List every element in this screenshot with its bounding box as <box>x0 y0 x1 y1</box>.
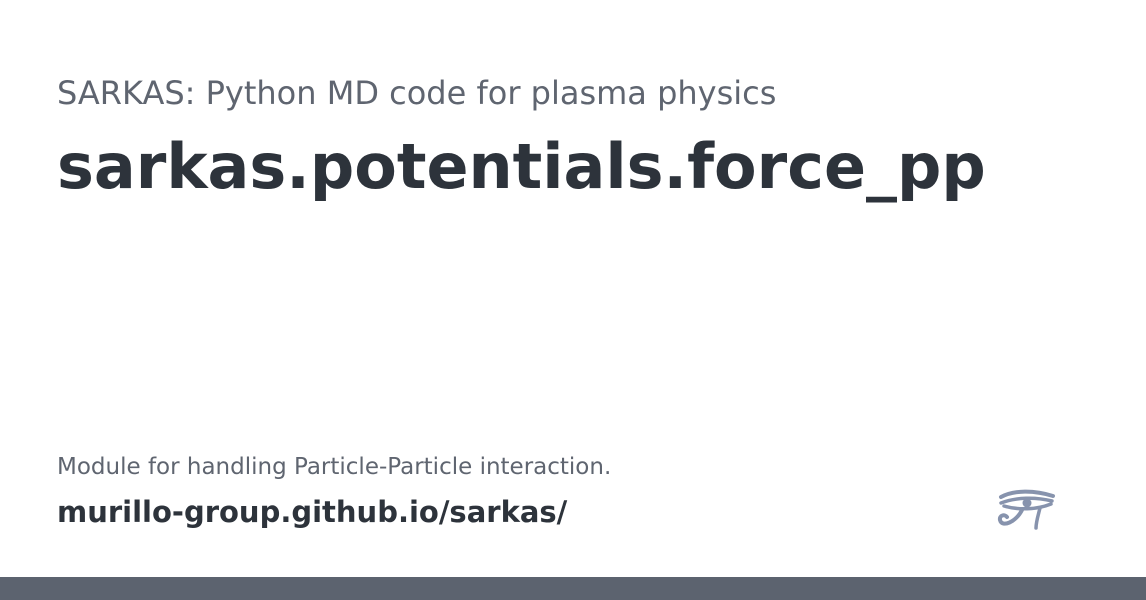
site-url: murillo-group.github.io/sarkas/ <box>57 495 568 529</box>
social-card: SARKAS: Python MD code for plasma physic… <box>0 0 1146 600</box>
site-title: SARKAS: Python MD code for plasma physic… <box>57 74 777 112</box>
page-description: Module for handling Particle-Particle in… <box>57 454 612 480</box>
page-title: sarkas.potentials.force_pp <box>57 130 986 203</box>
eye-of-horus-icon <box>997 489 1055 530</box>
bottom-bar <box>0 577 1146 600</box>
